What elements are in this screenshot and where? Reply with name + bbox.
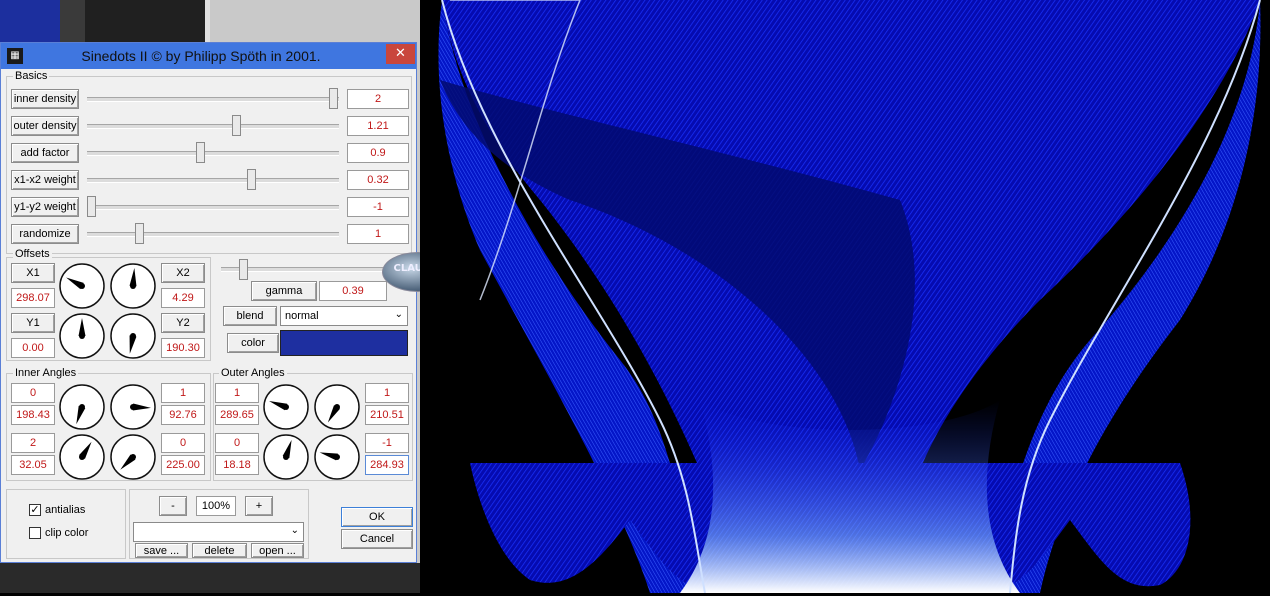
app-pattern-icon[interactable]: ▦: [7, 48, 23, 64]
outer-b-value[interactable]: 210.51: [365, 405, 409, 425]
color-swatch[interactable]: [280, 330, 408, 356]
x1-x2-weight-slider-track[interactable]: [87, 178, 339, 183]
outer-density-value[interactable]: 1.21: [347, 116, 409, 136]
x2-button[interactable]: X2: [161, 263, 205, 283]
randomize-slider-track[interactable]: [87, 232, 339, 237]
inner-a-dial[interactable]: [58, 383, 106, 431]
clip-color-label: clip color: [45, 527, 89, 539]
save-preset-button[interactable]: save ...: [135, 543, 188, 558]
clip-color-checkbox[interactable]: [29, 527, 41, 539]
x1-value[interactable]: 298.07: [11, 288, 55, 308]
y1-y2-weight-slider-thumb[interactable]: [87, 196, 96, 217]
inner-b-top[interactable]: 1: [161, 383, 205, 403]
zoom-level: 100%: [196, 496, 236, 516]
ok-button[interactable]: OK: [341, 507, 413, 527]
zoom-in-button[interactable]: +: [245, 496, 273, 516]
outer-density-button[interactable]: outer density: [11, 116, 79, 136]
inner-b-dial[interactable]: [109, 383, 157, 431]
antialias-checkbox[interactable]: ✓: [29, 504, 41, 516]
zoom-out-button[interactable]: -: [159, 496, 187, 516]
randomize-slider-thumb[interactable]: [135, 223, 145, 244]
title-bar[interactable]: ▦ Sinedots II © by Philipp Spöth in 2001…: [1, 43, 416, 69]
outer-d-top[interactable]: -1: [365, 433, 409, 453]
sinedots-dialog: ▦ Sinedots II © by Philipp Spöth in 2001…: [0, 42, 417, 563]
outer-b-dial[interactable]: [313, 383, 361, 431]
y1-y2-weight-value[interactable]: -1: [347, 197, 409, 217]
y2-button[interactable]: Y2: [161, 313, 205, 333]
inner-a-value[interactable]: 198.43: [11, 405, 55, 425]
inner-d-top[interactable]: 0: [161, 433, 205, 453]
x1-button[interactable]: X1: [11, 263, 55, 283]
backdrop-bottom: [0, 563, 420, 593]
outer-c-top[interactable]: 0: [215, 433, 259, 453]
randomize-value[interactable]: 1: [347, 224, 409, 244]
y2-value[interactable]: 190.30: [161, 338, 205, 358]
inner-b-value[interactable]: 92.76: [161, 405, 205, 425]
outer-a-dial[interactable]: [262, 383, 310, 431]
checkmark-icon: ✓: [30, 504, 40, 516]
antialias-label: antialias: [45, 504, 86, 516]
inner-density-slider-track[interactable]: [87, 97, 339, 102]
offsets-label: Offsets: [13, 248, 52, 260]
blend-button[interactable]: blend: [223, 306, 277, 326]
gamma-slider-thumb[interactable]: [238, 259, 248, 280]
blend-select[interactable]: normal ⌄: [280, 306, 408, 326]
outer-density-slider-track[interactable]: [87, 124, 339, 129]
outer-a-top[interactable]: 1: [215, 383, 259, 403]
inner-c-dial[interactable]: [58, 433, 106, 481]
gamma-slider-track[interactable]: [221, 267, 406, 272]
inner-c-top[interactable]: 2: [11, 433, 55, 453]
outer-d-value[interactable]: 284.93: [365, 455, 409, 475]
open-preset-button[interactable]: open ...: [251, 543, 304, 558]
x1-dial[interactable]: [58, 262, 106, 310]
y1-y2-weight-button[interactable]: y1-y2 weight: [11, 197, 79, 217]
y1-value[interactable]: 0.00: [11, 338, 55, 358]
add-factor-value[interactable]: 0.9: [347, 143, 409, 163]
outer-d-dial[interactable]: [313, 433, 361, 481]
blend-select-value: normal: [285, 310, 319, 322]
outer-a-value[interactable]: 289.65: [215, 405, 259, 425]
y1-dial[interactable]: [58, 312, 106, 360]
inner-d-dial[interactable]: [109, 433, 157, 481]
window-title: Sinedots II © by Philipp Spöth in 2001.: [81, 48, 321, 64]
outer-density-slider-thumb[interactable]: [232, 115, 242, 136]
add-factor-slider-track[interactable]: [87, 151, 339, 156]
y2-dial[interactable]: [109, 312, 157, 360]
backdrop-blue-strip: [0, 0, 60, 42]
inner-density-button[interactable]: inner density: [11, 89, 79, 109]
outer-b-top[interactable]: 1: [365, 383, 409, 403]
color-button[interactable]: color: [227, 333, 279, 353]
gamma-value[interactable]: 0.39: [319, 281, 387, 301]
randomize-button[interactable]: randomize: [11, 224, 79, 244]
basics-label: Basics: [13, 70, 50, 82]
delete-preset-button[interactable]: delete: [192, 543, 247, 558]
inner-c-value[interactable]: 32.05: [11, 455, 55, 475]
x2-value[interactable]: 4.29: [161, 288, 205, 308]
preset-select[interactable]: ⌄: [133, 522, 304, 542]
outer-c-value[interactable]: 18.18: [215, 455, 259, 475]
close-button[interactable]: ✕: [386, 44, 415, 64]
outer-c-dial[interactable]: [262, 433, 310, 481]
options-group: [6, 489, 126, 559]
cancel-button[interactable]: Cancel: [341, 529, 413, 549]
add-factor-button[interactable]: add factor: [11, 143, 79, 163]
chevron-down-icon: ⌄: [290, 525, 299, 536]
x1-x2-weight-slider-thumb[interactable]: [246, 169, 256, 190]
add-factor-slider-thumb[interactable]: [195, 142, 205, 163]
inner-d-value[interactable]: 225.00: [161, 455, 205, 475]
chevron-down-icon: ⌄: [394, 309, 403, 320]
x1-x2-weight-value[interactable]: 0.32: [347, 170, 409, 190]
x2-dial[interactable]: [109, 262, 157, 310]
inner-angles-label: Inner Angles: [13, 367, 79, 379]
gamma-button[interactable]: gamma: [251, 281, 317, 301]
inner-a-top[interactable]: 0: [11, 383, 55, 403]
preview-canvas[interactable]: [420, 0, 1270, 594]
y1-button[interactable]: Y1: [11, 313, 55, 333]
y1-y2-weight-slider-track[interactable]: [87, 205, 339, 210]
inner-density-value[interactable]: 2: [347, 89, 409, 109]
x1-x2-weight-button[interactable]: x1-x2 weight: [11, 170, 79, 190]
sinedots-render: [420, 0, 1270, 594]
inner-density-slider-thumb[interactable]: [329, 88, 338, 109]
outer-angles-label: Outer Angles: [219, 367, 287, 379]
